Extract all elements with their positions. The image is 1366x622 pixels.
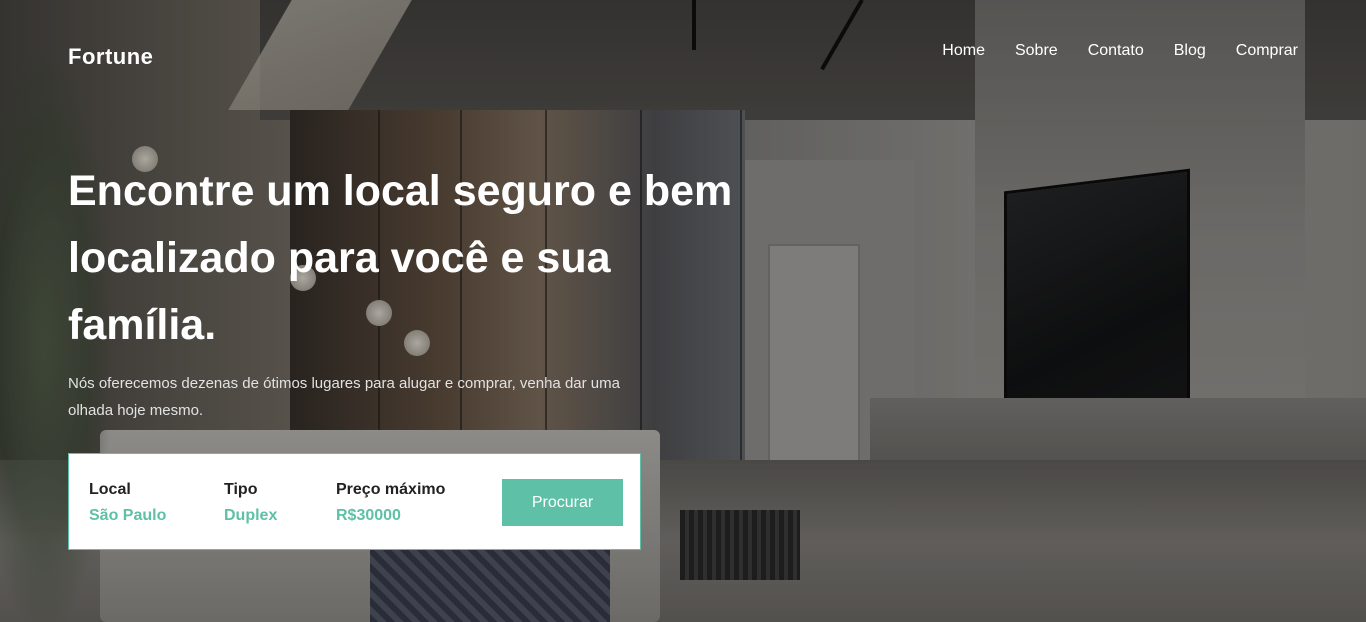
location-label: Local: [89, 481, 131, 498]
type-label: Tipo: [224, 481, 258, 498]
max-price-field[interactable]: Preço máximo R$30000: [336, 481, 445, 525]
location-value[interactable]: São Paulo: [89, 507, 166, 525]
nav-item-sobre[interactable]: Sobre: [1015, 42, 1058, 60]
location-field[interactable]: Local São Paulo: [89, 481, 166, 525]
nav-item-comprar[interactable]: Comprar: [1236, 42, 1298, 60]
hero-headline: Encontre um local seguro e bem localizad…: [68, 167, 733, 349]
search-button[interactable]: Procurar: [502, 479, 623, 526]
hero-section: Fortune Home Sobre Contato Blog Comprar …: [0, 0, 1366, 622]
nav-item-blog[interactable]: Blog: [1174, 42, 1206, 60]
max-price-label: Preço máximo: [336, 481, 446, 498]
main-nav: Home Sobre Contato Blog Comprar: [942, 42, 1298, 60]
hero-subtitle: Nós oferecemos dezenas de ótimos lugares…: [68, 375, 620, 419]
property-search-box: Local São Paulo Tipo Duplex Preço máximo…: [68, 453, 641, 550]
nav-item-home[interactable]: Home: [942, 42, 985, 60]
brand-logo[interactable]: Fortune: [68, 44, 153, 70]
type-value[interactable]: Duplex: [224, 507, 277, 525]
nav-item-contato[interactable]: Contato: [1088, 42, 1144, 60]
type-field[interactable]: Tipo Duplex: [224, 481, 277, 525]
max-price-value[interactable]: R$30000: [336, 507, 445, 525]
